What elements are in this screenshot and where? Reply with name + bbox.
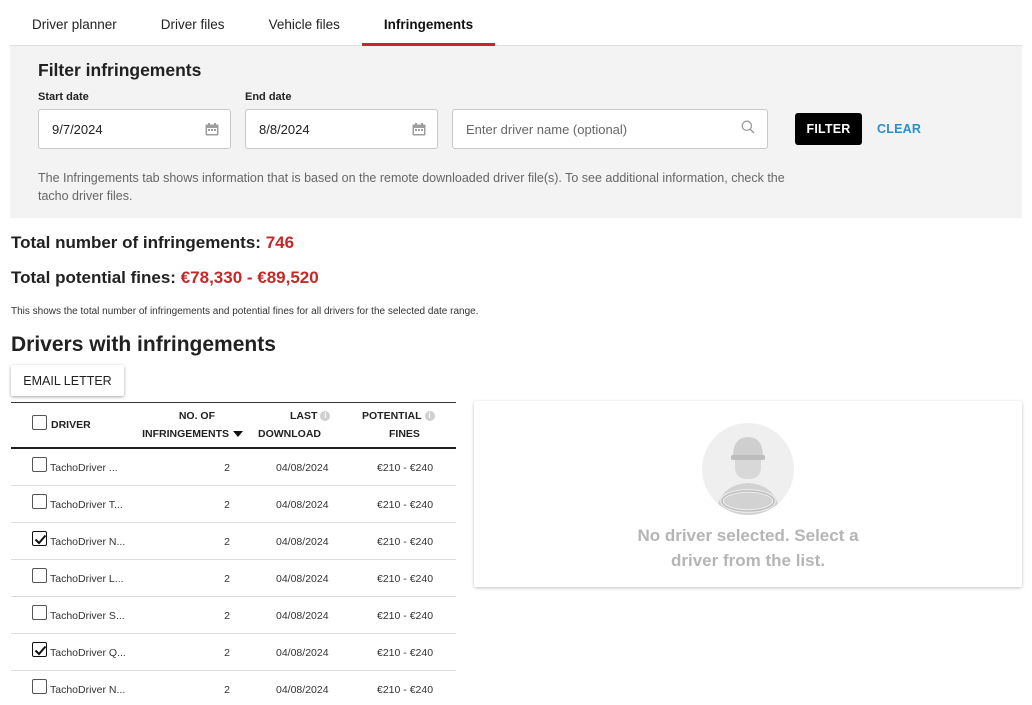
potential-fines-cell: €210 - €240	[377, 684, 434, 696]
calendar-icon[interactable]	[205, 122, 219, 136]
driver-name-cell[interactable]: TachoDriver ...	[50, 462, 118, 474]
end-date-field[interactable]: 8/8/2024	[245, 109, 438, 149]
infringements-count-cell: 2	[224, 610, 230, 622]
drivers-table: DRIVER NO. OF INFRINGEMENTS LAST i DOWNLO…	[11, 402, 456, 705]
column-potential-fines[interactable]: POTENTIAL i FINES	[362, 407, 452, 443]
column-infringements-line2: INFRINGEMENTS	[142, 428, 229, 440]
total-fines: Total potential fines: €78,330 - €89,520	[11, 268, 319, 288]
column-fines-line2: FINES	[389, 428, 420, 440]
email-letter-button[interactable]: EMAIL LETTER	[11, 365, 124, 396]
tab-driver-files[interactable]: Driver files	[139, 0, 247, 45]
table-row[interactable]: TachoDriver ... 2 04/08/2024 €210 - €240	[11, 449, 456, 486]
select-all-checkbox[interactable]	[32, 415, 47, 430]
infringements-count-cell: 2	[224, 647, 230, 659]
end-date-label: End date	[245, 91, 292, 103]
info-icon[interactable]: i	[424, 411, 435, 422]
driver-name-cell[interactable]: TachoDriver Q...	[50, 647, 126, 659]
potential-fines-cell: €210 - €240	[377, 610, 434, 622]
potential-fines-cell: €210 - €240	[377, 647, 434, 659]
empty-state-line2: driver from the list.	[671, 551, 825, 570]
tab-vehicle-files[interactable]: Vehicle files	[247, 0, 362, 45]
calendar-icon[interactable]	[412, 122, 426, 136]
driver-name-cell[interactable]: TachoDriver S...	[50, 610, 125, 622]
column-fines-line1: POTENTIAL	[362, 410, 422, 422]
table-row[interactable]: TachoDriver N... 2 04/08/2024 €210 - €240	[11, 671, 456, 705]
last-download-cell: 04/08/2024	[276, 610, 329, 622]
row-checkbox[interactable]	[32, 531, 47, 546]
filter-button[interactable]: FILTER	[795, 113, 862, 145]
total-fines-label: Total potential fines:	[11, 268, 176, 287]
tab-infringements[interactable]: Infringements	[361, 0, 496, 46]
empty-state-message: No driver selected. Select a driver from…	[598, 523, 898, 573]
empty-state-line1: No driver selected. Select a	[637, 526, 859, 545]
tab-driver-planner[interactable]: Driver planner	[10, 0, 139, 45]
column-last-line2: DOWNLOAD	[258, 428, 321, 440]
start-date-field[interactable]: 9/7/2024	[38, 109, 231, 149]
start-date-label: Start date	[38, 91, 89, 103]
row-checkbox[interactable]	[32, 457, 47, 472]
infringements-count-cell: 2	[224, 536, 230, 548]
driver-name-cell[interactable]: TachoDriver N...	[50, 684, 125, 696]
infringements-count-cell: 2	[224, 462, 230, 474]
totals-note: This shows the total number of infringem…	[11, 306, 479, 317]
filter-title: Filter infringements	[38, 60, 202, 80]
end-date-value: 8/8/2024	[259, 121, 310, 137]
column-infringements[interactable]: NO. OF INFRINGEMENTS	[131, 407, 243, 443]
driver-name-search[interactable]	[452, 109, 768, 149]
table-row[interactable]: TachoDriver T... 2 04/08/2024 €210 - €240	[11, 486, 456, 523]
table-row[interactable]: TachoDriver S... 2 04/08/2024 €210 - €240	[11, 597, 456, 634]
last-download-cell: 04/08/2024	[276, 684, 329, 696]
drivers-heading: Drivers with infringements	[11, 333, 276, 356]
row-checkbox[interactable]	[32, 605, 47, 620]
driver-detail-panel: No driver selected. Select a driver from…	[474, 401, 1022, 587]
column-driver[interactable]: DRIVER	[51, 416, 91, 434]
search-icon[interactable]	[741, 120, 755, 139]
row-checkbox[interactable]	[32, 642, 47, 657]
driver-avatar-icon	[702, 423, 794, 515]
driver-name-cell[interactable]: TachoDriver T...	[50, 499, 123, 511]
row-checkbox[interactable]	[32, 679, 47, 694]
info-icon[interactable]: i	[320, 411, 331, 422]
last-download-cell: 04/08/2024	[276, 536, 329, 548]
filter-panel: Filter infringements Start date 9/7/2024…	[10, 46, 1022, 218]
column-infringements-line1: NO. OF	[178, 410, 215, 422]
infringements-count-cell: 2	[224, 573, 230, 585]
potential-fines-cell: €210 - €240	[377, 462, 434, 474]
table-row[interactable]: TachoDriver N... 2 04/08/2024 €210 - €240	[11, 523, 456, 560]
driver-name-input[interactable]	[453, 121, 741, 137]
row-checkbox[interactable]	[32, 568, 47, 583]
table-row[interactable]: TachoDriver L... 2 04/08/2024 €210 - €240	[11, 560, 456, 597]
sort-desc-icon[interactable]	[233, 431, 243, 438]
total-fines-value: €78,330 - €89,520	[180, 268, 319, 287]
potential-fines-cell: €210 - €240	[377, 573, 434, 585]
row-checkbox[interactable]	[32, 494, 47, 509]
last-download-cell: 04/08/2024	[276, 647, 329, 659]
infringements-count-cell: 2	[224, 684, 230, 696]
start-date-value: 9/7/2024	[52, 121, 103, 137]
infringements-count-cell: 2	[224, 499, 230, 511]
potential-fines-cell: €210 - €240	[377, 536, 434, 548]
total-infringements-value: 746	[265, 233, 295, 252]
column-last-line1: LAST	[290, 410, 318, 422]
total-infringements: Total number of infringements: 746	[11, 233, 294, 253]
filter-info-text: The Infringements tab shows information …	[38, 171, 785, 203]
last-download-cell: 04/08/2024	[276, 499, 329, 511]
driver-name-cell[interactable]: TachoDriver L...	[50, 573, 124, 585]
last-download-cell: 04/08/2024	[276, 573, 329, 585]
clear-button[interactable]: CLEAR	[877, 122, 921, 136]
potential-fines-cell: €210 - €240	[377, 499, 434, 511]
last-download-cell: 04/08/2024	[276, 462, 329, 474]
total-infringements-label: Total number of infringements:	[11, 233, 261, 252]
table-row[interactable]: TachoDriver Q... 2 04/08/2024 €210 - €240	[11, 634, 456, 671]
column-last-download[interactable]: LAST i DOWNLOAD	[255, 407, 335, 443]
table-header: DRIVER NO. OF INFRINGEMENTS LAST i DOWNLO…	[11, 403, 456, 449]
driver-name-cell[interactable]: TachoDriver N...	[50, 536, 125, 548]
tab-bar: Driver planner Driver files Vehicle file…	[10, 0, 1022, 46]
